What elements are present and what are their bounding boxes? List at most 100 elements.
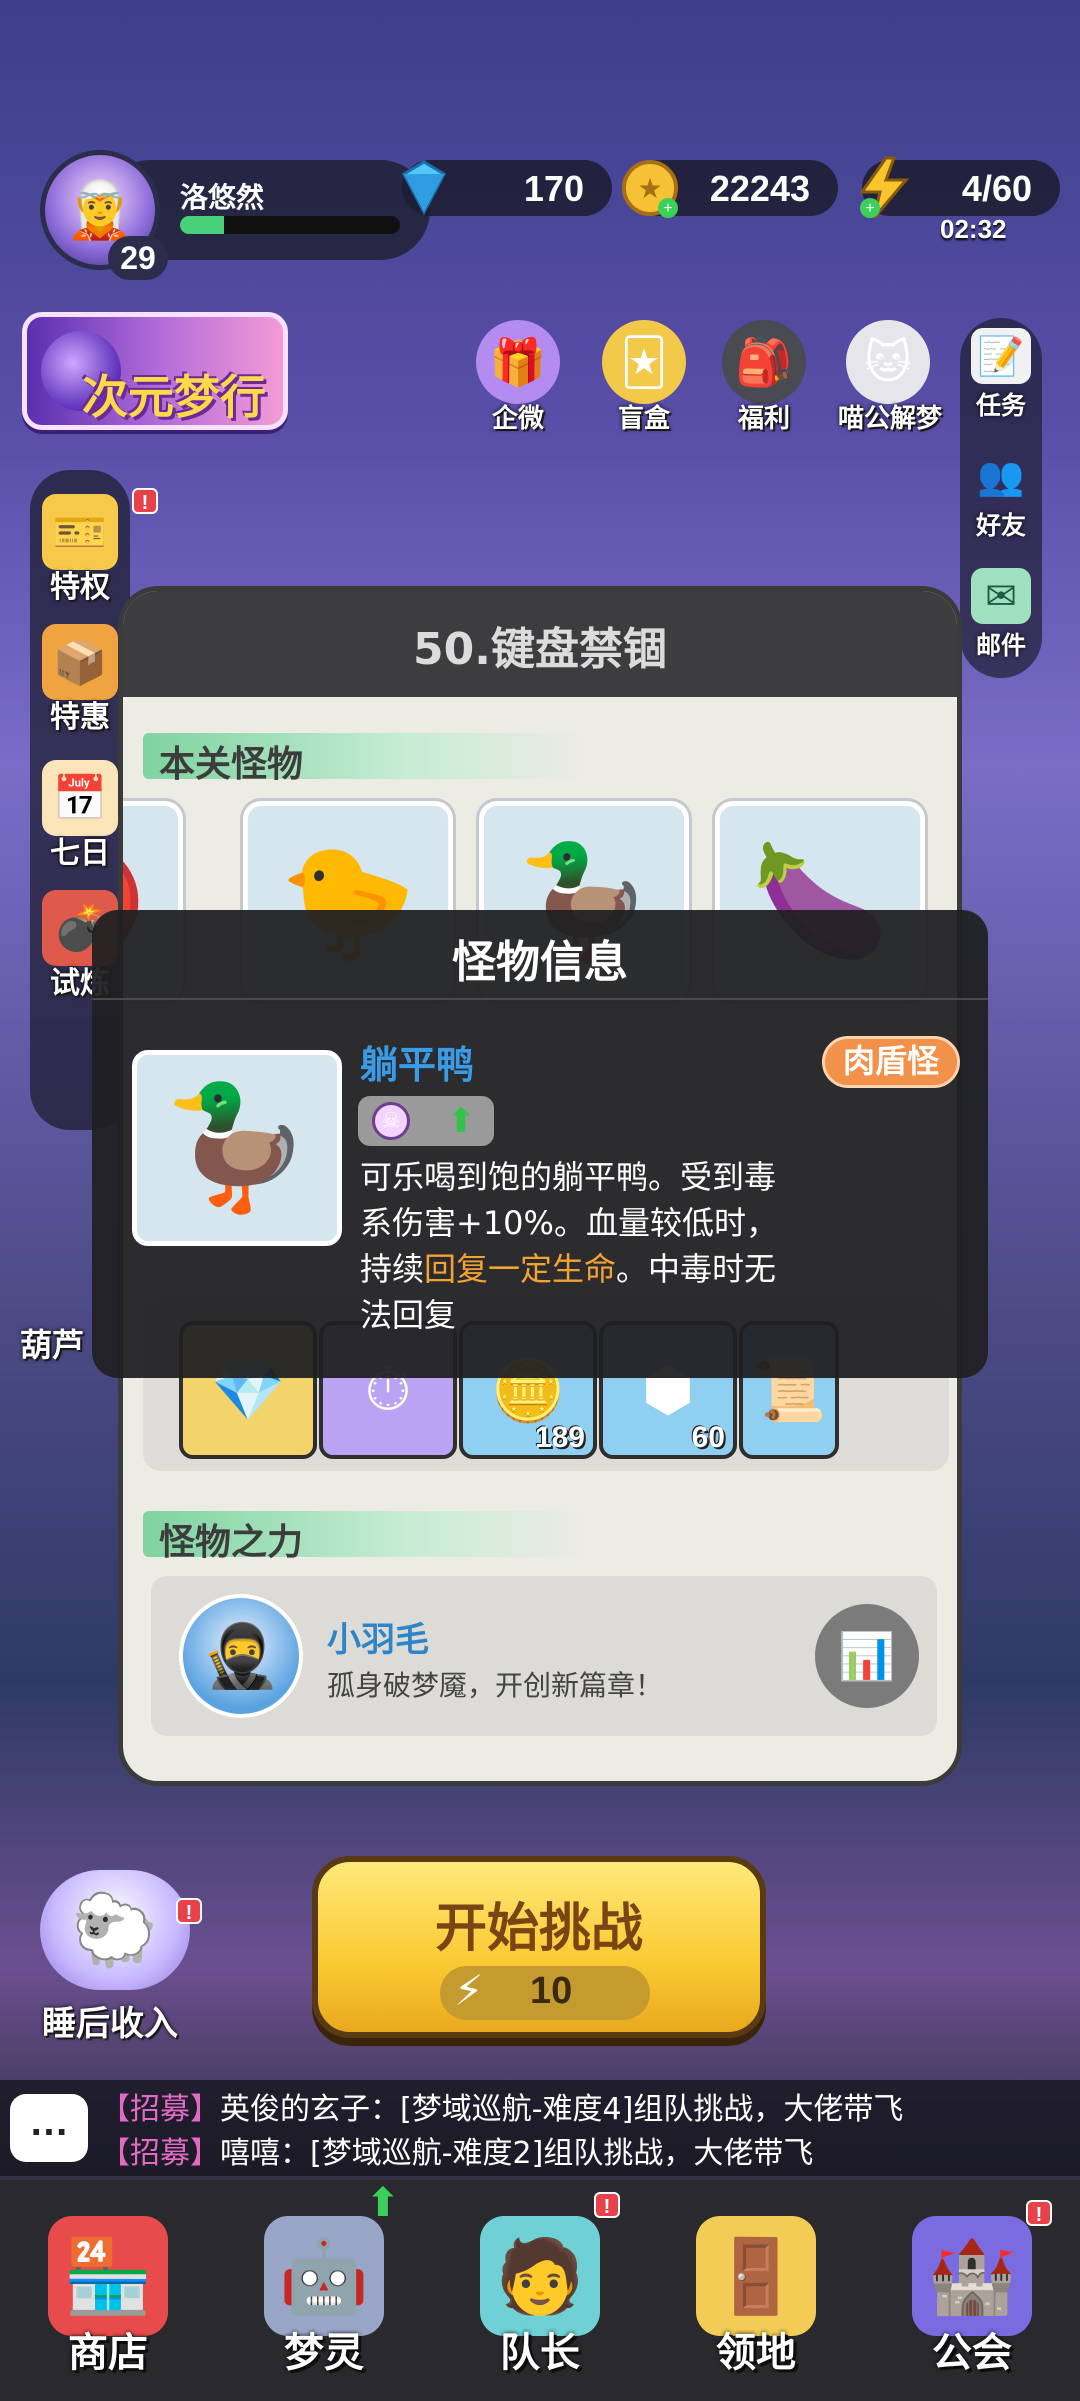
player-level: 29 (108, 236, 168, 280)
nav-dream-spirit[interactable]: 🤖 梦灵 (216, 2180, 432, 2401)
tasks-button[interactable]: 📝 任务 (960, 328, 1042, 422)
svg-text:+: + (865, 200, 874, 217)
upgrade-arrow-icon: ⬆ (366, 2180, 400, 2226)
blindbox-button[interactable]: 🃏 盲盒 (594, 320, 694, 435)
chat-line: 【招募】英俊的玄子：[梦域巡航-难度4]组队挑战，大佬带飞 (100, 2084, 903, 2128)
lightning-icon: + (859, 156, 910, 219)
monster-portrait: 🦆 (132, 1050, 342, 1246)
right-menu: 📝 任务 👥 好友 ✉ 邮件 (960, 318, 1042, 678)
monster-info-popup: 怪物信息 🦆 躺平鸭 ☠ ⬆ 可乐喝到饱的躺平鸭。受到毒系伤害+10%。血量较低… (92, 910, 988, 1378)
xp-bar (180, 216, 400, 234)
monster-desc-highlight: 回复一定生命 (424, 1250, 617, 1288)
chat-line: 【招募】嘻嘻：[梦域巡航-难度2]组队挑战，大佬带飞 (100, 2128, 813, 2172)
seven-day-button[interactable]: 📅 七日 (30, 760, 130, 872)
power-name: 小羽毛 (327, 1620, 429, 1660)
monster-info-header: 怪物信息 (92, 910, 988, 1000)
monsters-section-header: 本关怪物 (143, 733, 583, 785)
stage-title: 50.键盘禁锢 (413, 624, 667, 675)
monster-description: 可乐喝到饱的躺平鸭。受到毒系伤害+10%。血量较低时，持续回复一定生命。中毒时无… (360, 1154, 790, 1338)
nav-territory-label: 领地 (716, 2330, 796, 2376)
bag-icon: 🎒 (722, 320, 806, 404)
nav-guild-label: 公会 (932, 2330, 1012, 2376)
nav-dream-spirit-label: 梦灵 (284, 2330, 364, 2376)
sleep-income-button[interactable]: 🐑 睡后收入 (10, 1860, 210, 2044)
reward-count: 60 (691, 1421, 725, 1454)
gem-counter[interactable]: 170 (402, 160, 612, 216)
monster-name: 躺平鸭 (360, 1043, 475, 1087)
nav-territory[interactable]: 🚪 领地 (648, 2180, 864, 2401)
friends-icon: 👥 (977, 453, 1025, 498)
player-profile[interactable]: 🧝 29 洛悠然 (40, 150, 430, 280)
svg-text:+: + (663, 200, 672, 217)
privilege-alert-icon: ! (132, 488, 158, 514)
cat-dream-label: 喵公解梦 (838, 404, 943, 434)
energy-cost-value: 10 (530, 1970, 573, 2012)
guild-alert-icon: ! (1026, 2200, 1052, 2226)
tasks-label: 任务 (975, 391, 1026, 420)
special-offer-button[interactable]: 📦 特惠 (30, 624, 130, 736)
nav-captain-label: 队长 (500, 2330, 580, 2376)
energy-cost: ⚡ 10 (440, 1966, 650, 2020)
qiwei-button[interactable]: 🎁 企微 (468, 320, 568, 435)
guild-icon: 🏰 (912, 2216, 1032, 2336)
player-name: 洛悠然 (180, 181, 265, 214)
cat-dream-button[interactable]: 🐱 喵公解梦 (838, 320, 943, 435)
chat-bubble-icon[interactable]: … (10, 2094, 88, 2162)
coin-icon: ★+ (622, 160, 678, 218)
seven-day-label: 七日 (50, 836, 110, 871)
welfare-button[interactable]: 🎒 福利 (714, 320, 814, 435)
shop-icon: 🏪 (48, 2216, 168, 2336)
robot-icon: 🤖 (264, 2216, 384, 2336)
door-icon: 🚪 (696, 2216, 816, 2336)
stats-chart-icon[interactable]: 📊 (815, 1604, 919, 1708)
power-section-title: 怪物之力 (159, 1522, 304, 1563)
monster-tags: ☠ ⬆ (358, 1096, 494, 1146)
xp-bar-fill (180, 216, 224, 234)
monsters-section-title: 本关怪物 (159, 744, 304, 785)
calendar-icon: 📅 (42, 760, 118, 836)
cat-icon: 🐱 (846, 320, 930, 404)
energy-counter[interactable]: + 4/60 (859, 156, 1060, 219)
mail-button[interactable]: ✉ 邮件 (960, 568, 1042, 662)
friends-button[interactable]: 👥 好友 (960, 448, 1042, 542)
start-challenge-button[interactable]: 开始挑战 ⚡ 10 (312, 1856, 766, 2038)
notebook-icon: 📝 (971, 328, 1031, 384)
start-challenge-label: 开始挑战 (434, 1899, 643, 1959)
monster-info-title: 怪物信息 (452, 937, 628, 988)
chat-text: 嘻嘻：[梦域巡航-难度2]组队挑战，大佬带飞 (220, 2136, 814, 2171)
box-icon: 📦 (42, 624, 118, 700)
stage-header: 50.键盘禁锢 (123, 591, 957, 697)
chat-bar[interactable]: … 【招募】英俊的玄子：[梦域巡航-难度4]组队挑战，大佬带飞 【招募】嘻嘻：[… (0, 2080, 1080, 2176)
coin-count: 22243 (709, 168, 810, 209)
captain-icon: 🧑 (480, 2216, 600, 2336)
diamond-icon (402, 160, 446, 216)
energy-timer: 02:32 (940, 214, 1007, 244)
gift-icon: 🎁 (476, 320, 560, 404)
blindbox-label: 盲盒 (617, 404, 670, 434)
poison-icon: ☠ (372, 1102, 410, 1140)
captain-alert-icon: ! (594, 2192, 620, 2218)
coin-counter[interactable]: ★ + 22243 (622, 160, 838, 218)
chat-tag: 【招募】 (100, 2092, 220, 2127)
reward-count: 189 (534, 1421, 585, 1454)
event-banner[interactable]: 次元梦行 (22, 312, 288, 430)
energy-count: 4/60 (961, 168, 1032, 209)
bottom-nav: 🏪 商店 🤖 梦灵 🧑 队长 🚪 领地 🏰 公会 (0, 2180, 1080, 2401)
gem-count: 170 (523, 168, 584, 209)
tickets-icon: 🎫 (42, 494, 118, 570)
monster-power-card: 🥷 小羽毛 孤身破梦魇，开创新篇章！ 📊 (151, 1576, 937, 1736)
sleeping-sheep-icon: 🐑 (40, 1870, 190, 1990)
friends-label: 好友 (975, 511, 1026, 540)
welfare-label: 福利 (737, 404, 790, 434)
chat-text: 英俊的玄子：[梦域巡航-难度4]组队挑战，大佬带飞 (220, 2092, 904, 2127)
event-banner-label: 次元梦行 (82, 370, 266, 424)
nav-shop[interactable]: 🏪 商店 (0, 2180, 216, 2401)
gourd-label[interactable]: 葫芦 (20, 1320, 84, 1366)
sleep-income-label: 睡后收入 (42, 2004, 178, 2044)
qiwei-label: 企微 (491, 404, 544, 434)
privilege-button[interactable]: 🎫 特权 (30, 494, 130, 606)
mail-label: 邮件 (975, 631, 1026, 660)
chat-tag: 【招募】 (100, 2136, 220, 2171)
power-desc: 孤身破梦魇，开创新篇章！ (327, 1669, 664, 1702)
card-icon: 🃏 (602, 320, 686, 404)
